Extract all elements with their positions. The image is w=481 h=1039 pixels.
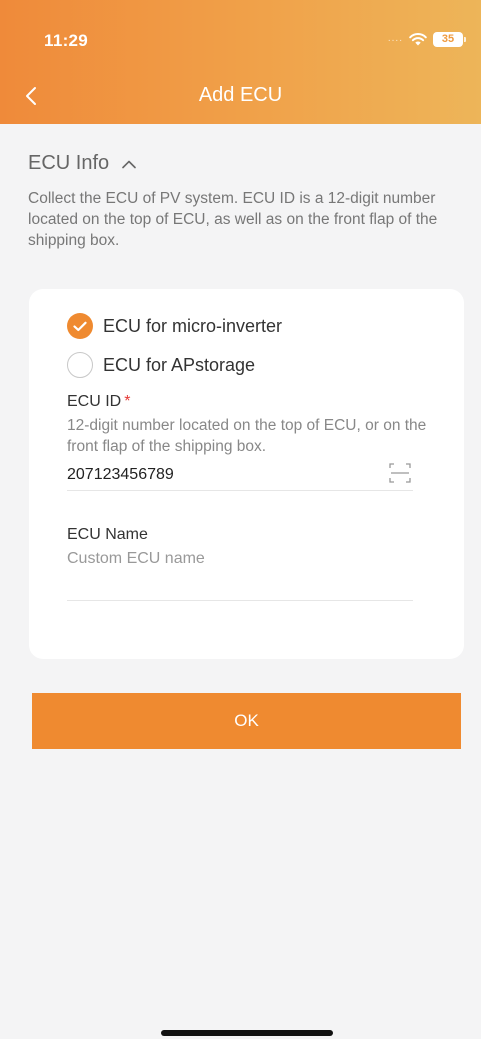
add-ecu-screen: 11:29 .... 35 Add ECU ECU Info Collect t…	[0, 0, 481, 1039]
radio-unchecked-icon	[67, 352, 93, 378]
ecu-id-divider	[67, 490, 413, 491]
header: 11:29 .... 35 Add ECU	[0, 0, 481, 124]
ecu-name-label: ECU Name	[67, 526, 148, 543]
status-time: 11:29	[44, 31, 89, 50]
ecu-id-label: ECU ID *	[67, 393, 130, 411]
home-indicator[interactable]	[161, 1030, 333, 1036]
radio-ecu-apstorage[interactable]: ECU for APstorage	[67, 352, 255, 378]
ecu-name-input[interactable]	[67, 547, 413, 571]
ecu-name-divider	[67, 600, 413, 601]
nav-bar: Add ECU	[0, 78, 481, 116]
section-toggle-ecu-info[interactable]: ECU Info	[28, 152, 137, 175]
ecu-id-input[interactable]: 207123456789	[67, 466, 174, 484]
ecu-id-label-text: ECU ID	[67, 393, 122, 410]
ok-button[interactable]: OK	[32, 693, 461, 749]
radio-label: ECU for micro-inverter	[103, 315, 283, 336]
status-bar: 11:29 .... 35	[0, 0, 481, 80]
chevron-up-icon	[122, 160, 136, 168]
radio-ecu-micro-inverter[interactable]: ECU for micro-inverter	[67, 313, 282, 339]
ecu-info-card: ECU for micro-inverter ECU for APstorage…	[29, 289, 464, 659]
cellular-signal-icon: ....	[387, 33, 403, 44]
radio-label: ECU for APstorage	[103, 354, 256, 375]
wifi-icon	[409, 33, 427, 46]
page-title: Add ECU	[198, 84, 283, 106]
section-description: Collect the ECU of PV system. ECU ID is …	[28, 190, 438, 249]
section-title: ECU Info	[28, 152, 110, 174]
status-icons: .... 35	[387, 31, 466, 47]
radio-checked-icon	[67, 313, 93, 339]
ecu-id-hint: 12-digit number located on the top of EC…	[67, 417, 427, 455]
required-mark: *	[124, 393, 131, 410]
scan-icon[interactable]	[389, 462, 411, 484]
battery-icon: 35	[433, 31, 466, 47]
